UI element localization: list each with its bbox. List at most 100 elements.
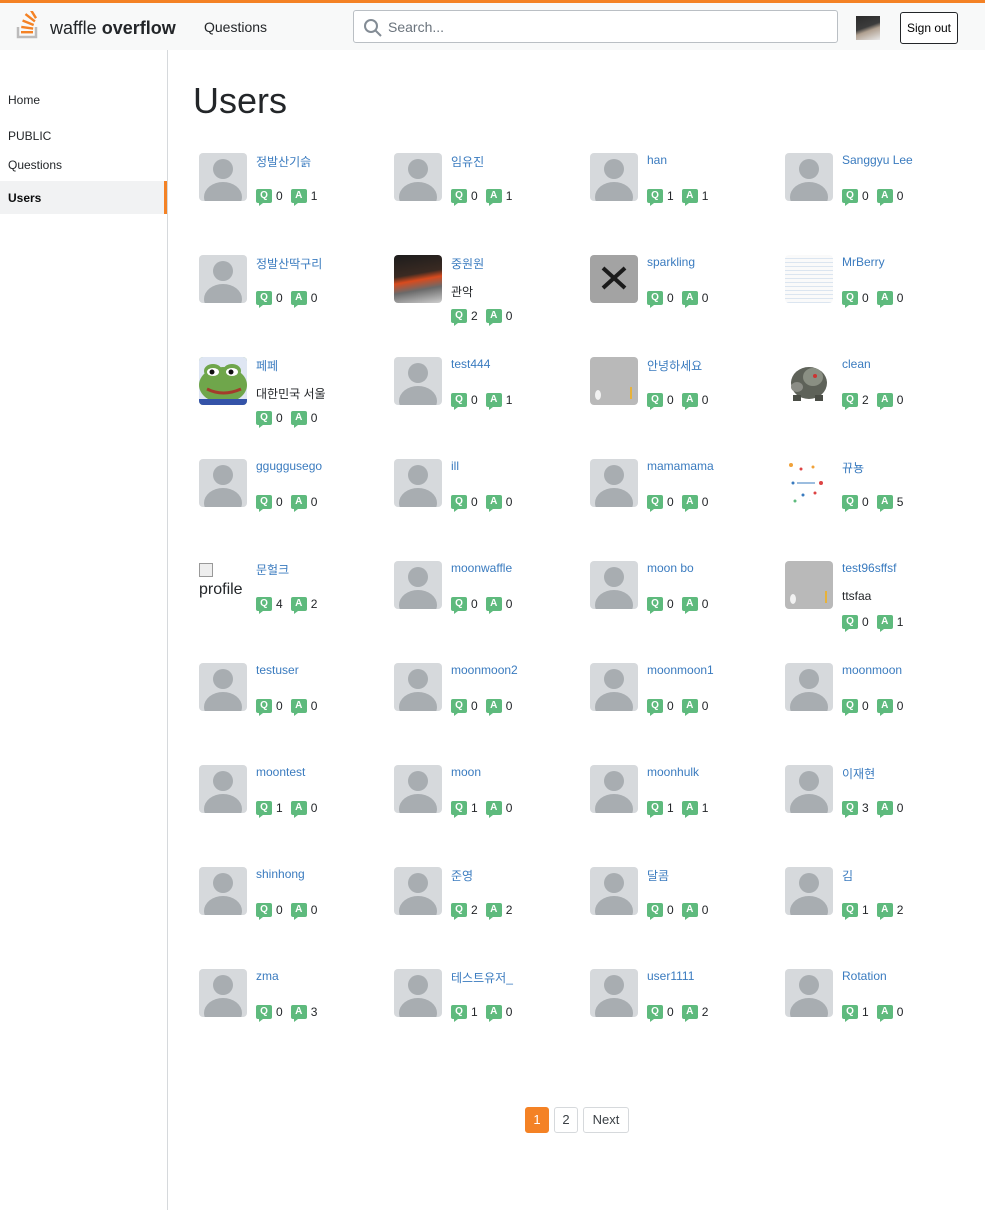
user-name-link[interactable]: moonmoon (842, 663, 902, 677)
question-count: 0 (862, 290, 869, 305)
answer-count: 0 (896, 392, 904, 407)
user-name-link[interactable]: 이재현 (842, 765, 875, 782)
search-input[interactable] (388, 15, 828, 38)
user-name-link[interactable]: zma (256, 969, 279, 983)
user-avatar[interactable] (199, 255, 247, 303)
user-name-link[interactable]: 정발산기슭 (256, 153, 311, 170)
answer-badge-icon: A (290, 800, 307, 818)
page-1-button[interactable]: 1 (525, 1107, 549, 1133)
user-avatar[interactable] (785, 765, 833, 813)
user-avatar[interactable] (590, 561, 638, 609)
brand-name[interactable]: waffle overflow (50, 18, 176, 39)
user-name-link[interactable]: moontest (256, 765, 305, 779)
avatar-head-shape (604, 975, 624, 995)
user-avatar[interactable] (199, 765, 247, 813)
user-avatar[interactable] (199, 153, 247, 201)
user-avatar[interactable] (590, 969, 638, 1017)
user-name-link[interactable]: user1111 (647, 969, 694, 983)
user-avatar[interactable] (394, 459, 442, 507)
user-avatar[interactable] (785, 969, 833, 1017)
user-avatar[interactable] (394, 867, 442, 915)
user-name-link[interactable]: 준영 (451, 867, 473, 884)
user-name-link[interactable]: 중원원 (451, 255, 484, 272)
user-avatar[interactable] (590, 153, 638, 201)
sidebar-item-questions[interactable]: Questions (8, 158, 62, 172)
page-title: Users (193, 80, 288, 121)
user-avatar[interactable] (199, 867, 247, 915)
next-page-button[interactable]: Next (583, 1107, 629, 1133)
user-name-link[interactable]: clean (842, 357, 871, 371)
answer-stat: A0 (290, 902, 317, 920)
user-name-link[interactable]: 임유진 (451, 153, 484, 170)
sidebar-item-home[interactable]: Home (8, 93, 40, 107)
user-name-link[interactable]: moonmoon1 (647, 663, 714, 677)
user-name-link[interactable]: 안녕하세요 (647, 357, 702, 374)
user-avatar[interactable] (590, 255, 638, 303)
user-name-link[interactable]: sparkling (647, 255, 695, 269)
user-avatar[interactable] (590, 867, 638, 915)
user-avatar[interactable] (590, 663, 638, 711)
current-user-avatar[interactable] (856, 16, 880, 40)
user-name-link[interactable]: Sanggyu Lee (842, 153, 913, 167)
user-avatar[interactable] (590, 765, 638, 813)
user-name-link[interactable]: 김 (842, 867, 853, 884)
user-name-link[interactable]: moonhulk (647, 765, 699, 779)
user-name-link[interactable]: han (647, 153, 667, 167)
user-avatar[interactable] (394, 357, 442, 405)
user-name-link[interactable]: moon bo (647, 561, 694, 575)
user-name-link[interactable]: moon (451, 765, 481, 779)
user-avatar[interactable] (394, 153, 442, 201)
user-name-link[interactable]: shinhong (256, 867, 305, 881)
user-name-link[interactable]: test444 (451, 357, 490, 371)
user-name-link[interactable]: Rotation (842, 969, 887, 983)
avatar-head-shape (604, 771, 624, 791)
sidebar-item-users[interactable]: Users (0, 181, 167, 214)
user-name-link[interactable]: MrBerry (842, 255, 885, 269)
question-stat: Q2 (451, 902, 478, 920)
user-name-link[interactable]: ill (451, 459, 459, 473)
user-avatar[interactable] (199, 663, 247, 711)
user-card: MrBerry Q 0 A 0 (785, 255, 975, 345)
user-avatar[interactable] (590, 357, 638, 405)
logo-icon[interactable] (16, 11, 40, 39)
user-avatar[interactable] (785, 255, 833, 303)
user-name-link[interactable]: moonmoon2 (451, 663, 518, 677)
user-avatar[interactable] (394, 255, 442, 303)
user-name-link[interactable]: mamamama (647, 459, 714, 473)
search-box[interactable] (353, 10, 838, 43)
user-name-link[interactable]: 정발산딱구리 (256, 255, 322, 272)
sign-out-button[interactable]: Sign out (900, 12, 958, 44)
user-avatar[interactable] (785, 459, 833, 507)
user-avatar[interactable] (394, 663, 442, 711)
user-avatar[interactable] (785, 663, 833, 711)
user-avatar[interactable] (199, 969, 247, 1017)
user-name-link[interactable]: 뀨뇽 (842, 459, 864, 476)
user-avatar[interactable] (785, 867, 833, 915)
user-name-link[interactable]: 테스트유저_ (451, 969, 513, 986)
user-avatar[interactable] (785, 153, 833, 201)
user-avatar[interactable] (199, 459, 247, 507)
page-2-button[interactable]: 2 (554, 1107, 578, 1133)
user-avatar[interactable] (785, 561, 833, 609)
question-stat: Q0 (647, 392, 674, 410)
question-badge-icon: Q (647, 698, 663, 716)
user-name-link[interactable]: gguggusego (256, 459, 322, 473)
user-avatar[interactable] (785, 357, 833, 405)
answer-stat: A2 (290, 596, 317, 614)
user-card: 안녕하세요 Q 0 A 0 (590, 357, 780, 447)
user-avatar[interactable]: profile (199, 561, 247, 609)
user-name-link[interactable]: test96sffsf (842, 561, 896, 575)
user-avatar[interactable] (590, 459, 638, 507)
question-count: 0 (667, 698, 674, 713)
nav-questions-link[interactable]: Questions (204, 19, 267, 35)
user-name-link[interactable]: moonwaffle (451, 561, 512, 575)
user-avatar[interactable] (199, 357, 247, 405)
user-name-link[interactable]: 달콤 (647, 867, 669, 884)
user-avatar[interactable] (394, 765, 442, 813)
user-avatar[interactable] (394, 561, 442, 609)
avatar-head-shape (408, 159, 428, 179)
user-name-link[interactable]: 문헐크 (256, 561, 289, 578)
user-name-link[interactable]: 페페 (256, 357, 278, 374)
user-avatar[interactable] (394, 969, 442, 1017)
user-name-link[interactable]: testuser (256, 663, 299, 677)
